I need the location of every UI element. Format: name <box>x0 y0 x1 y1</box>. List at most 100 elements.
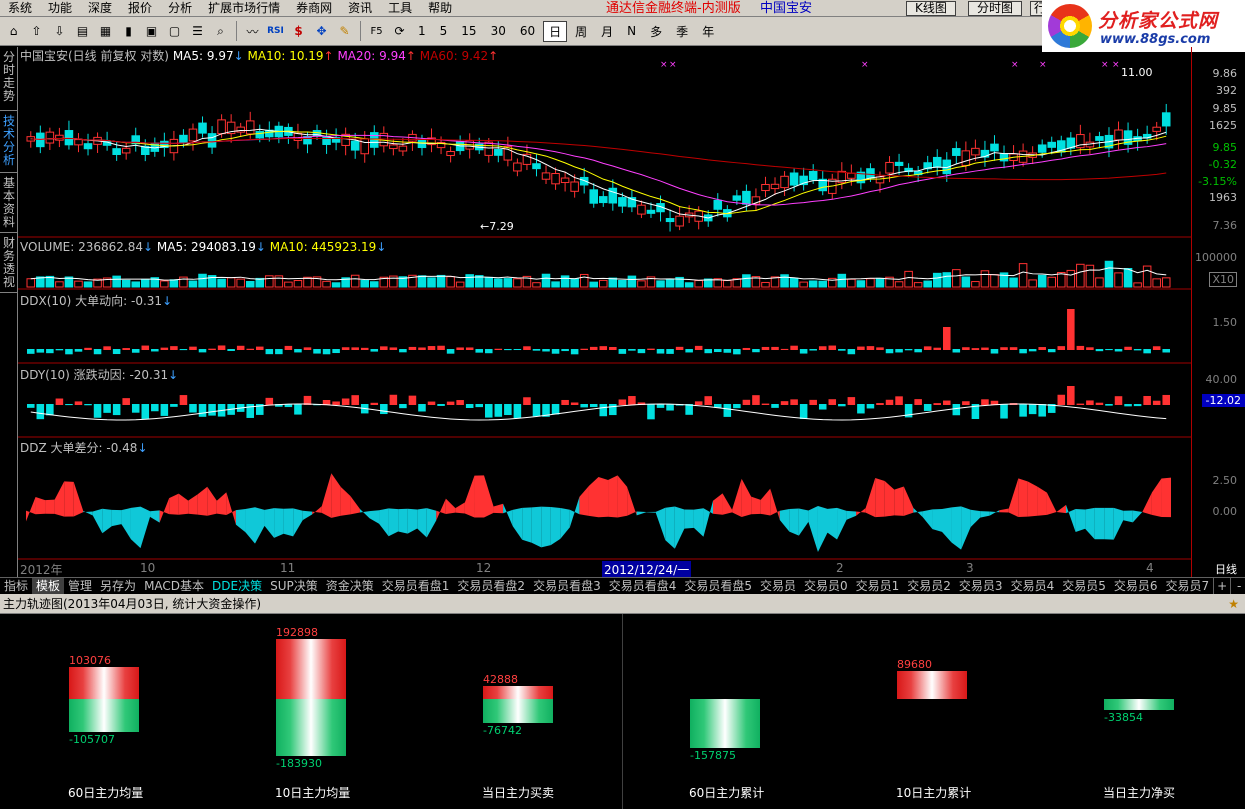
bottom-tab[interactable]: 交易员7 <box>1161 578 1213 594</box>
star-icon[interactable]: ★ <box>1228 594 1239 614</box>
menu-broker[interactable]: 券商网 <box>288 0 340 17</box>
period-1min[interactable]: 1 <box>412 21 432 42</box>
move-icon[interactable]: ✥ <box>311 21 332 42</box>
bottom-tab[interactable]: 模板 <box>32 578 65 594</box>
page-icon[interactable]: ▤ <box>72 21 93 42</box>
bottom-tab[interactable]: 交易员 <box>756 578 800 594</box>
tab-technical[interactable]: 技术分析 <box>0 111 18 173</box>
ddx-bar <box>456 347 464 350</box>
grid-icon[interactable]: ▦ <box>95 21 116 42</box>
tab-control-button[interactable]: - <box>1230 578 1245 594</box>
tab-financial[interactable]: 财务透视 <box>0 233 18 293</box>
bottom-tab[interactable]: 交易员看盘2 <box>453 578 529 594</box>
list-icon[interactable]: ☰ <box>187 21 208 42</box>
pencil-icon[interactable]: ✎ <box>334 21 355 42</box>
tab-control-button[interactable]: + <box>1213 578 1230 594</box>
menu-ext-market[interactable]: 扩展市场行情 <box>200 0 288 17</box>
ddx-bar <box>618 349 627 354</box>
ddy-bar <box>666 404 674 411</box>
logo: 分析家公式网 www.88gs.com <box>1042 0 1245 52</box>
candle-body <box>64 130 74 146</box>
intraday-button[interactable]: 分时图 <box>968 1 1023 16</box>
bottom-tab[interactable]: MACD基本 <box>140 578 208 594</box>
bottom-tab[interactable]: 资金决策 <box>322 578 378 594</box>
bottom-tab[interactable]: SUP决策 <box>266 578 322 594</box>
period-5min[interactable]: 5 <box>434 21 454 42</box>
arrow-up-icon[interactable]: ⇧ <box>26 21 47 42</box>
volume-bar <box>560 275 570 288</box>
period-week[interactable]: 周 <box>569 21 593 42</box>
date-label: 11 <box>280 561 296 575</box>
bottom-tab[interactable]: 交易员5 <box>1058 578 1110 594</box>
candle-body <box>188 128 198 142</box>
ddx-bar <box>799 349 808 354</box>
bottom-tab[interactable]: 交易员看盘3 <box>529 578 605 594</box>
menu-quote[interactable]: 报价 <box>120 0 160 17</box>
bottom-tab[interactable]: 交易员2 <box>903 578 955 594</box>
period-year[interactable]: 年 <box>696 21 720 42</box>
period-day[interactable]: 日 <box>543 20 568 42</box>
positive-value: 89680 <box>897 658 932 672</box>
axis-label: X10 <box>1209 272 1237 287</box>
bottom-tab[interactable]: DDE决策 <box>208 578 266 594</box>
period-month[interactable]: 月 <box>595 21 619 42</box>
ddz-area <box>436 498 446 521</box>
chart-area[interactable]: × × × × × × × 中国宝安(日线 前复权 对数) MA5: 9.97↓ MA10:… <box>18 47 1192 578</box>
rsi-icon[interactable]: RSI <box>265 21 286 42</box>
period-30min[interactable]: 30 <box>485 21 512 42</box>
period-quarter[interactable]: 季 <box>670 21 694 42</box>
axis-label: 1963 <box>1209 191 1237 204</box>
bottom-tab[interactable]: 交易员6 <box>1110 578 1162 594</box>
zoom-icon[interactable]: ⌕ <box>210 21 231 42</box>
home-icon[interactable]: ⌂ <box>3 21 24 42</box>
bottom-tab[interactable]: 指标 <box>0 578 32 594</box>
ddz-area <box>1027 481 1038 517</box>
ddz-area <box>45 499 55 514</box>
bar-chart-icon[interactable]: ▮ <box>118 21 139 42</box>
arrow-down-icon[interactable]: ⇩ <box>49 21 70 42</box>
tab-fundamental[interactable]: 基本资料 <box>0 173 18 233</box>
ddz-area <box>359 508 370 519</box>
fund-icon[interactable]: ▣ <box>141 21 162 42</box>
period-60min[interactable]: 60 <box>514 21 541 42</box>
period-multi[interactable]: 多 <box>644 21 668 42</box>
bottom-tab[interactable]: 交易员3 <box>955 578 1007 594</box>
signal-marker: × <box>1011 60 1019 70</box>
bottom-tab[interactable]: 管理 <box>64 578 96 594</box>
kline-button[interactable]: K线图 <box>906 1 956 16</box>
menu-system[interactable]: 系统 <box>0 0 40 17</box>
ddy-bar <box>589 404 598 408</box>
dollar-icon[interactable]: $ <box>288 21 309 42</box>
volume-bar <box>503 278 513 288</box>
volume-bar <box>245 280 255 288</box>
menu-analysis[interactable]: 分析 <box>160 0 200 17</box>
trend-icon[interactable]: 〰 <box>242 21 263 42</box>
ddx-bar <box>609 346 617 350</box>
menu-depth[interactable]: 深度 <box>80 0 120 17</box>
bottom-tab[interactable]: 交易员0 <box>800 578 852 594</box>
bottom-tab[interactable]: 交易员看盘1 <box>378 578 454 594</box>
ddy-bar <box>485 404 493 418</box>
bottom-tab[interactable]: 交易员看盘5 <box>680 578 756 594</box>
refresh-icon[interactable]: ⟳ <box>389 21 410 42</box>
period-n[interactable]: N <box>621 21 642 42</box>
period-15min[interactable]: 15 <box>455 21 482 42</box>
menu-function[interactable]: 功能 <box>40 0 80 17</box>
f5-icon[interactable]: F5 <box>366 21 387 42</box>
bottom-tab[interactable]: 交易员4 <box>1007 578 1059 594</box>
ddx-bar <box>1105 349 1113 351</box>
bottom-tab[interactable]: 另存为 <box>96 578 140 594</box>
tab-intraday[interactable]: 分时走势 <box>0 47 18 111</box>
menu-tools[interactable]: 工具 <box>380 0 420 17</box>
candle-body <box>513 162 522 172</box>
menu-news[interactable]: 资讯 <box>340 0 380 17</box>
ddx-bar <box>1057 346 1066 350</box>
ddy-bar <box>981 399 989 405</box>
ddy-bar <box>914 399 922 405</box>
fa-icon[interactable]: ▢ <box>164 21 185 42</box>
menu-help[interactable]: 帮助 <box>420 0 460 17</box>
bottom-tab[interactable]: 交易员1 <box>852 578 904 594</box>
signal-marker: × <box>1039 60 1047 70</box>
bottom-tab[interactable]: 交易员看盘4 <box>605 578 681 594</box>
ddz-area <box>150 510 160 523</box>
